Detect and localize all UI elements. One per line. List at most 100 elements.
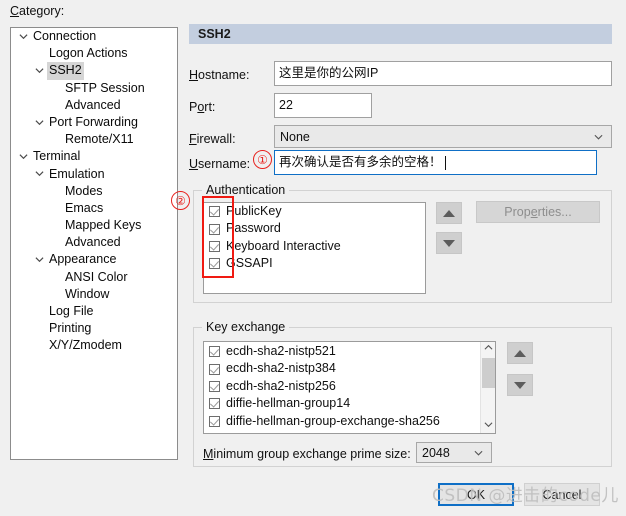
kex-item-label: ecdh-sha2-nistp256	[226, 378, 336, 393]
hostname-input[interactable]: 这里是你的公网IP	[274, 61, 612, 86]
chevron-down-icon[interactable]	[17, 148, 29, 165]
username-input[interactable]: 再次确认是否有多余的空格！	[274, 150, 597, 175]
text-caret	[444, 155, 446, 170]
checkbox-checked-icon[interactable]	[209, 363, 220, 375]
kex-item-label: diffie-hellman-group14	[226, 396, 351, 411]
cancel-button-label: Cancel	[542, 487, 582, 502]
tree-item-modes[interactable]: Modes	[11, 183, 177, 200]
tree-item-emulation[interactable]: Emulation	[11, 166, 177, 183]
kex-item[interactable]: ecdh-sha2-nistp384	[204, 360, 479, 377]
settings-panel: SSH2 Hostname: 这里是你的公网IP Port: 22 Firewa…	[189, 24, 612, 470]
ok-button[interactable]: OK	[438, 483, 514, 506]
tree-item-label: Mapped Keys	[65, 218, 142, 233]
tree-item-advanced[interactable]: Advanced	[11, 234, 177, 251]
tree-item-x-y-zmodem[interactable]: X/Y/Zmodem	[11, 337, 177, 354]
kex-item[interactable]: ecdh-sha2-nistp256	[204, 378, 479, 395]
min-prime-label-rest: inimum group exchange prime size:	[213, 447, 411, 461]
scroll-up-icon[interactable]	[481, 342, 495, 356]
firewall-select[interactable]: None	[274, 125, 612, 148]
authentication-list[interactable]: PublicKey Password Keyboard Interactive GSS…	[203, 202, 426, 294]
tree-item-label: SSH2	[47, 62, 84, 80]
username-label: Username:	[189, 157, 251, 171]
category-label: Category:	[10, 4, 65, 18]
kex-item[interactable]: diffie-hellman-group-exchange-sha256	[204, 413, 479, 430]
tree-item-advanced[interactable]: Advanced	[11, 97, 177, 114]
kex-item-label: ecdh-sha2-nistp521	[226, 344, 336, 358]
triangle-up-icon	[443, 209, 455, 217]
tree-item-label: Logon Actions	[49, 46, 128, 61]
annotation-highlight-rect	[202, 196, 234, 278]
min-prime-select[interactable]: 2048	[416, 442, 492, 463]
kex-move-up-button[interactable]	[507, 342, 533, 364]
tree-item-label: Connection	[33, 29, 97, 43]
tree-item-label: ANSI Color	[65, 269, 128, 284]
properties-button[interactable]: Properties...	[476, 201, 600, 223]
chevron-down-icon[interactable]	[33, 251, 45, 268]
tree-item-logon-actions[interactable]: Logon Actions	[11, 45, 177, 62]
chevron-down-icon[interactable]	[17, 28, 29, 45]
scroll-down-icon[interactable]	[481, 419, 495, 433]
firewall-value: None	[280, 129, 310, 144]
tree-item-mapped-keys[interactable]: Mapped Keys	[11, 217, 177, 234]
authentication-title: Authentication	[202, 183, 290, 197]
kex-move-down-button[interactable]	[507, 374, 533, 396]
auth-move-up-button[interactable]	[436, 202, 462, 224]
tree-item-log-file[interactable]: Log File	[11, 303, 177, 320]
chevron-down-icon[interactable]	[33, 166, 45, 183]
triangle-up-icon	[514, 349, 526, 357]
tree-item-emacs[interactable]: Emacs	[11, 200, 177, 217]
tree-item-sftp-session[interactable]: SFTP Session	[11, 80, 177, 97]
tree-item-ansi-color[interactable]: ANSI Color	[11, 269, 177, 286]
tree-item-label: Emacs	[65, 200, 104, 215]
kex-item-label: ecdh-sha2-nistp384	[226, 361, 336, 376]
auth-item[interactable]: Password	[204, 220, 425, 237]
port-input[interactable]: 22	[274, 93, 372, 118]
firewall-label: Firewall:	[189, 132, 236, 146]
checkbox-checked-icon[interactable]	[209, 346, 220, 358]
tree-item-remote-x11[interactable]: Remote/X11	[11, 131, 177, 148]
category-tree[interactable]: Connection Logon Actions SSH2 SFTP Session A…	[10, 27, 178, 460]
chevron-down-icon	[594, 134, 603, 140]
auth-item[interactable]: Keyboard Interactive	[204, 238, 425, 255]
tree-item-connection[interactable]: Connection	[11, 28, 177, 45]
auth-move-down-button[interactable]	[436, 232, 462, 254]
tree-item-ssh2[interactable]: SSH2	[11, 62, 177, 80]
chevron-down-icon[interactable]	[33, 62, 45, 79]
tree-item-terminal[interactable]: Terminal	[11, 148, 177, 165]
checkbox-checked-icon[interactable]	[209, 398, 220, 410]
auth-item[interactable]: GSSAPI	[204, 255, 425, 272]
tree-item-label: X/Y/Zmodem	[49, 338, 122, 353]
tree-item-port-forwarding[interactable]: Port Forwarding	[11, 114, 177, 131]
tree-item-printing[interactable]: Printing	[11, 320, 177, 337]
checkbox-checked-icon[interactable]	[209, 415, 220, 427]
scrollbar-thumb[interactable]	[482, 358, 495, 388]
kex-item[interactable]: diffie-hellman-group14	[204, 395, 479, 412]
port-label: Port:	[189, 100, 216, 114]
hostname-label: Hostname:	[189, 68, 250, 82]
category-label-rest: ategory:	[19, 4, 65, 18]
hostname-label-rest: ostname:	[198, 68, 250, 82]
checkbox-checked-icon[interactable]	[209, 380, 220, 392]
key-exchange-scrollbar[interactable]	[480, 342, 495, 433]
chevron-down-icon[interactable]	[33, 114, 45, 131]
cancel-button[interactable]: Cancel	[524, 483, 600, 506]
chevron-down-icon	[474, 450, 483, 456]
port-label-rest: rt:	[204, 100, 216, 114]
auth-item-label: PublicKey	[226, 204, 282, 218]
key-exchange-list[interactable]: ecdh-sha2-nistp521 ecdh-sha2-nistp384 ecdh…	[203, 341, 496, 434]
auth-item[interactable]: PublicKey	[204, 203, 425, 220]
kex-item-label: diffie-hellman-group-exchange-sha256	[226, 413, 440, 428]
tree-item-label: Printing	[49, 321, 92, 336]
properties-button-label: Properties...	[504, 205, 572, 219]
tree-item-label: Modes	[65, 183, 103, 198]
tree-item-appearance[interactable]: Appearance	[11, 251, 177, 268]
min-prime-value: 2048	[422, 445, 450, 460]
tree-item-window[interactable]: Window	[11, 286, 177, 303]
annotation-marker-one: ①	[253, 150, 272, 169]
port-value: 22	[279, 98, 293, 113]
kex-item[interactable]: ecdh-sha2-nistp521	[204, 343, 479, 360]
tree-item-label: Emulation	[49, 166, 105, 181]
tree-item-label: Advanced	[65, 97, 121, 112]
triangle-down-icon	[514, 381, 526, 389]
username-label-rest: sername:	[198, 157, 251, 171]
